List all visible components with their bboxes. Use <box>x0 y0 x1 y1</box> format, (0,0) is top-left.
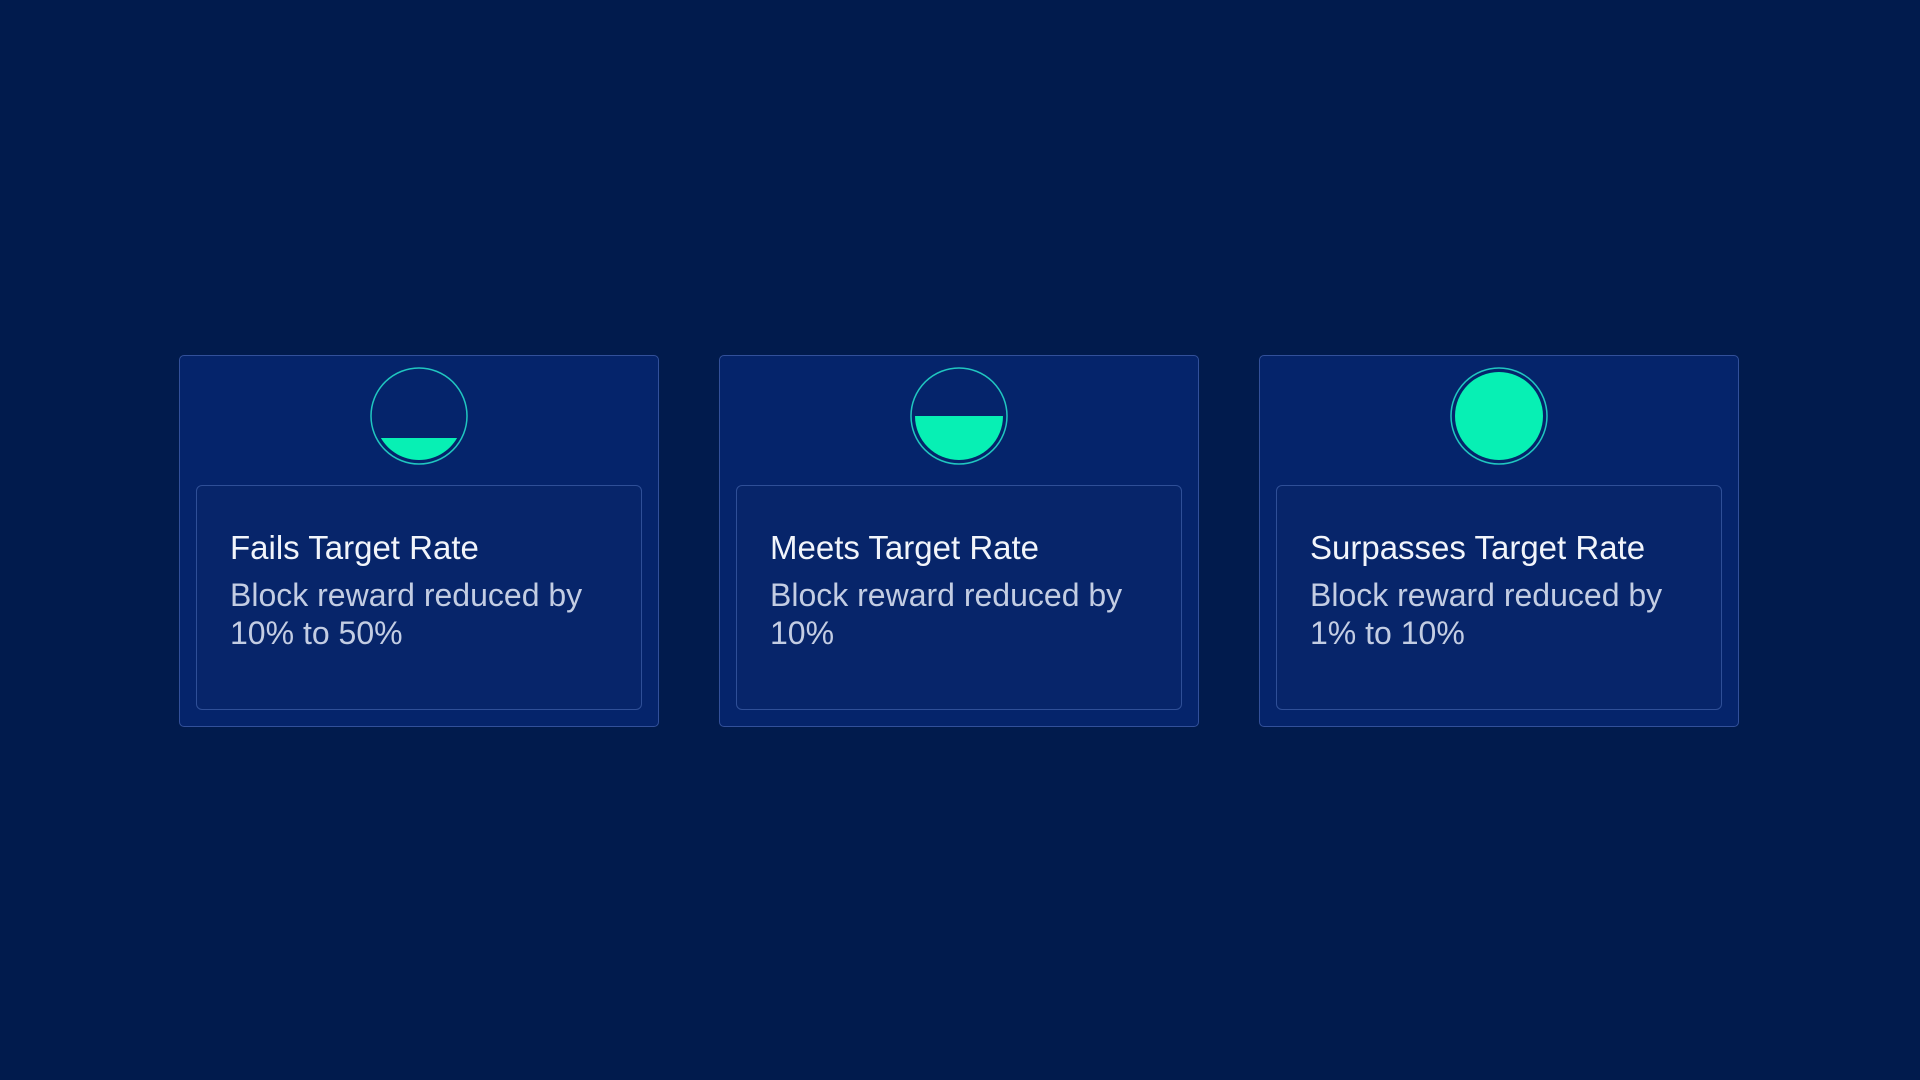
card-row: Fails Target Rate Block reward reduced b… <box>179 355 1739 727</box>
card-content-box: Fails Target Rate Block reward reduced b… <box>196 485 642 710</box>
card-meets-target-rate: Meets Target Rate Block reward reduced b… <box>719 355 1199 727</box>
card-description: Block reward reduced by 1% to 10% <box>1310 577 1663 651</box>
card-title: Surpasses Target Rate <box>1310 529 1646 566</box>
full-fill-gauge-icon <box>1450 367 1548 465</box>
half-fill-gauge-icon <box>910 367 1008 465</box>
quarter-fill-gauge-icon <box>370 367 468 465</box>
card-title: Meets Target Rate <box>770 529 1040 566</box>
card-surpasses-target-rate: Surpasses Target Rate Block reward reduc… <box>1259 355 1739 727</box>
card-fails-target-rate: Fails Target Rate Block reward reduced b… <box>179 355 659 727</box>
card-content-box: Meets Target Rate Block reward reduced b… <box>736 485 1182 710</box>
card-title: Fails Target Rate <box>230 529 479 566</box>
canvas: { "colors": { "background": "#011b4d", "… <box>0 0 1920 1080</box>
gauge-graphic <box>370 367 468 465</box>
card-description: Block reward reduced by 10% <box>770 577 1123 651</box>
card-content-box: Surpasses Target Rate Block reward reduc… <box>1276 485 1722 710</box>
gauge-fill <box>1455 372 1543 460</box>
gauge-graphic <box>1450 367 1548 465</box>
gauge-graphic <box>910 367 1008 465</box>
card-description: Block reward reduced by 10% to 50% <box>230 577 583 651</box>
